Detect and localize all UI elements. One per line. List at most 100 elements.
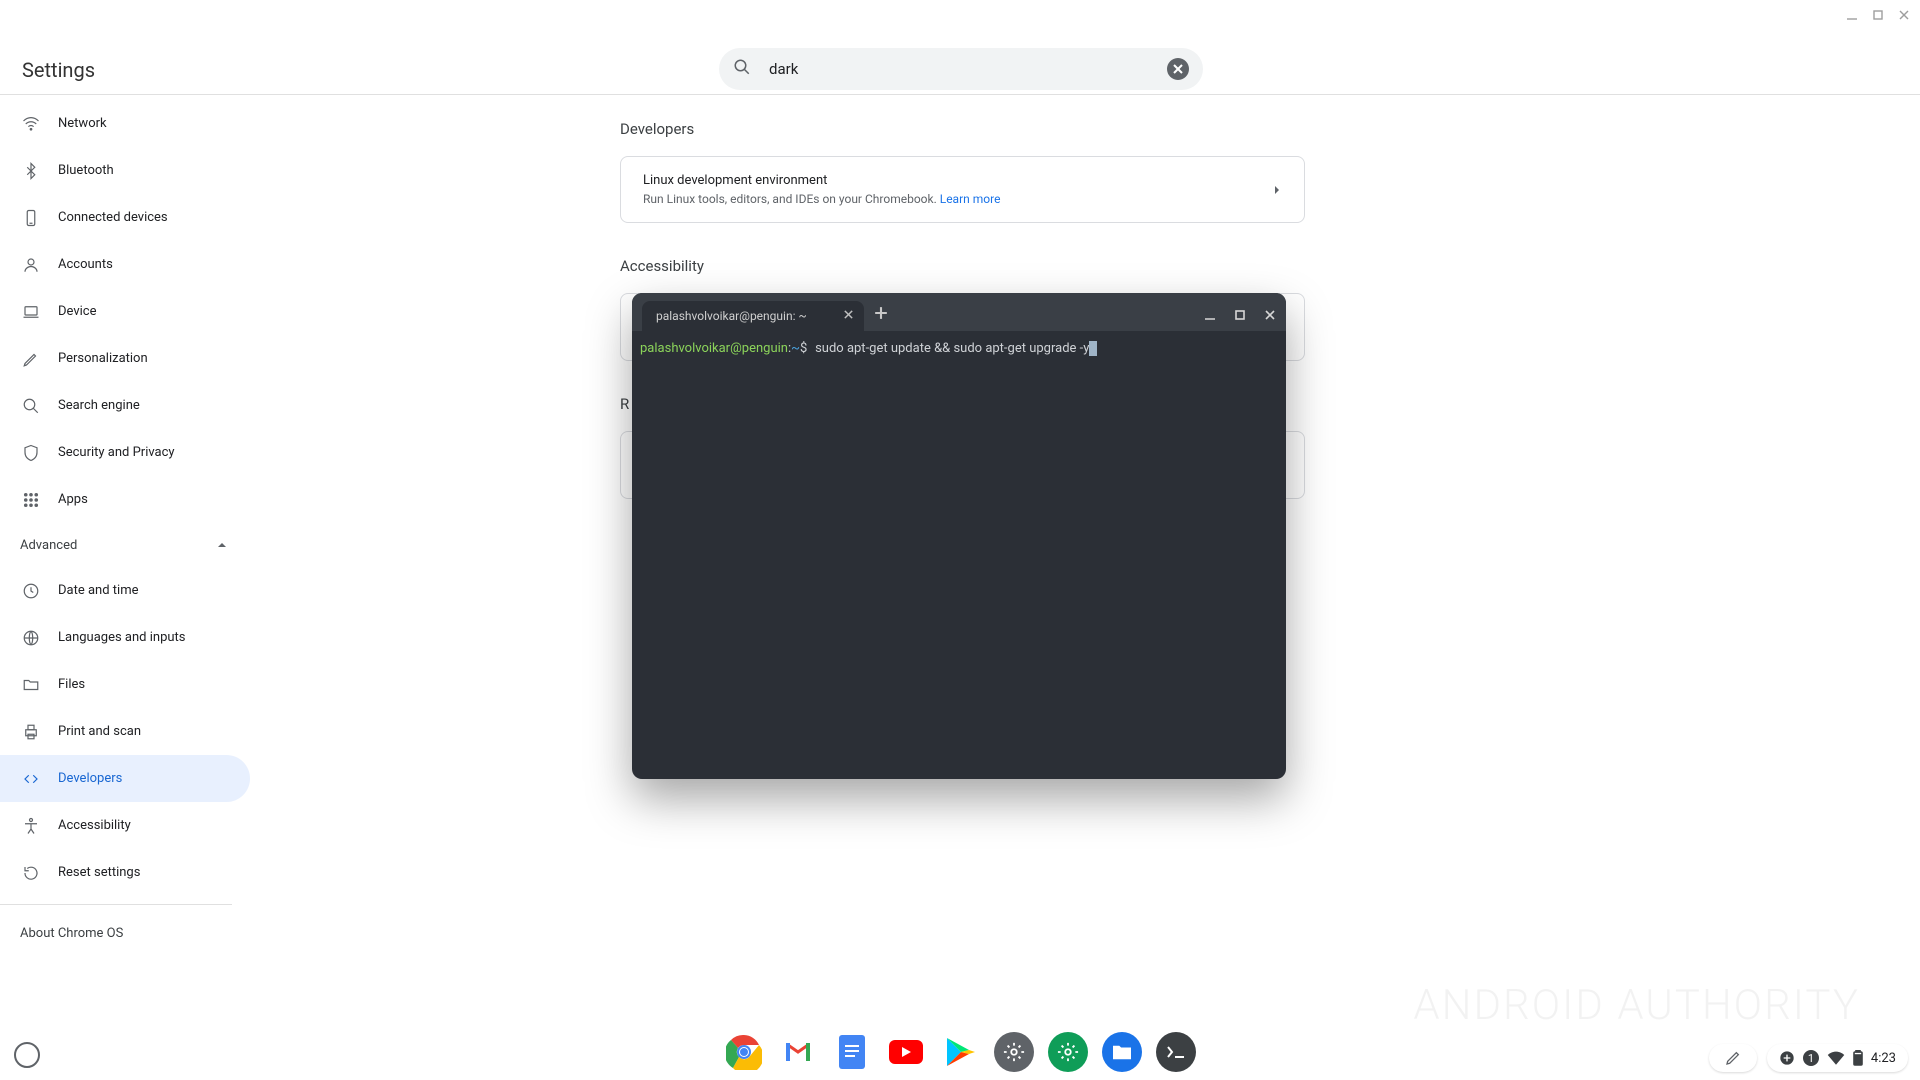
bluetooth-icon bbox=[20, 162, 42, 180]
app-chrome-icon[interactable] bbox=[724, 1032, 764, 1072]
phone-icon bbox=[20, 209, 42, 227]
search-icon bbox=[733, 58, 751, 80]
sidebar-item-print-scan[interactable]: Print and scan bbox=[0, 708, 250, 755]
linux-dev-env-card[interactable]: Linux development environment Run Linux … bbox=[620, 156, 1305, 223]
tab-close-icon[interactable] bbox=[843, 309, 854, 323]
sidebar-item-date-time[interactable]: Date and time bbox=[0, 567, 250, 614]
sidebar-item-label: Personalization bbox=[58, 351, 148, 366]
sidebar-item-label: Bluetooth bbox=[58, 163, 114, 178]
folder-icon bbox=[20, 676, 42, 694]
page-title: Settings bbox=[22, 58, 95, 82]
app-settings-green-icon[interactable] bbox=[1048, 1032, 1088, 1072]
sidebar-item-apps[interactable]: Apps bbox=[0, 476, 250, 523]
sidebar-item-bluetooth[interactable]: Bluetooth bbox=[0, 147, 250, 194]
app-docs-icon[interactable] bbox=[832, 1032, 872, 1072]
clock: 4:23 bbox=[1871, 1051, 1896, 1066]
printer-icon bbox=[20, 723, 42, 741]
sidebar-item-label: Accessibility bbox=[58, 818, 131, 833]
laptop-icon bbox=[20, 303, 42, 321]
terminal-tab-title: palashvolvoikar@penguin: ~ bbox=[656, 309, 807, 323]
sidebar-advanced-toggle[interactable]: Advanced bbox=[0, 523, 250, 567]
sidebar-separator bbox=[0, 904, 232, 905]
sidebar-item-files[interactable]: Files bbox=[0, 661, 250, 708]
sidebar-item-network[interactable]: Network bbox=[0, 100, 250, 147]
sidebar-item-label: Accounts bbox=[58, 257, 113, 272]
sidebar-item-personalization[interactable]: Personalization bbox=[0, 335, 250, 382]
window-minimize-icon[interactable] bbox=[1846, 6, 1858, 18]
new-tab-button[interactable] bbox=[874, 305, 888, 319]
terminal-cursor bbox=[1089, 341, 1097, 356]
sidebar-item-label: Reset settings bbox=[58, 865, 140, 880]
app-settings-icon[interactable] bbox=[994, 1032, 1034, 1072]
settings-sidebar: Network Bluetooth Connected devices Acco… bbox=[0, 100, 250, 953]
search-input[interactable] bbox=[769, 60, 1167, 78]
wifi-icon bbox=[20, 115, 42, 133]
app-play-store-icon[interactable] bbox=[940, 1032, 980, 1072]
pencil-icon bbox=[20, 350, 42, 368]
sidebar-item-device[interactable]: Device bbox=[0, 288, 250, 335]
sidebar-item-label: Print and scan bbox=[58, 724, 141, 739]
advanced-label: Advanced bbox=[20, 538, 77, 553]
card-subtitle: Run Linux tools, editors, and IDEs on yo… bbox=[643, 192, 1000, 206]
terminal-minimize-icon[interactable] bbox=[1204, 306, 1216, 318]
status-tray[interactable]: 1 4:23 bbox=[1709, 1044, 1908, 1072]
terminal-tab[interactable]: palashvolvoikar@penguin: ~ bbox=[642, 301, 864, 331]
sidebar-item-developers[interactable]: Developers bbox=[0, 755, 250, 802]
window-close-icon[interactable] bbox=[1898, 6, 1910, 18]
terminal-window[interactable]: palashvolvoikar@penguin: ~ palashvolvoik… bbox=[632, 293, 1286, 779]
card-title: Linux development environment bbox=[643, 173, 1000, 188]
terminal-titlebar[interactable]: palashvolvoikar@penguin: ~ bbox=[632, 293, 1286, 331]
status-pill[interactable]: 1 4:23 bbox=[1767, 1044, 1908, 1072]
sidebar-item-label: Apps bbox=[58, 492, 88, 507]
settings-search[interactable] bbox=[719, 48, 1203, 90]
watermark: ANDROID AUTHORITY bbox=[1413, 981, 1860, 1030]
app-youtube-icon[interactable] bbox=[886, 1032, 926, 1072]
sidebar-item-security[interactable]: Security and Privacy bbox=[0, 429, 250, 476]
sidebar-item-label: Search engine bbox=[58, 398, 140, 413]
accessibility-icon bbox=[20, 817, 42, 835]
terminal-close-icon[interactable] bbox=[1264, 306, 1276, 318]
window-restore-icon[interactable] bbox=[1872, 6, 1884, 18]
search-icon bbox=[20, 397, 42, 415]
sidebar-item-languages[interactable]: Languages and inputs bbox=[0, 614, 250, 661]
battery-icon bbox=[1853, 1050, 1863, 1066]
chevron-up-icon bbox=[216, 539, 228, 551]
section-accessibility-title: Accessibility bbox=[620, 257, 1305, 275]
person-icon bbox=[20, 256, 42, 274]
globe-icon bbox=[20, 629, 42, 647]
sidebar-item-label: Connected devices bbox=[58, 210, 168, 225]
sidebar-item-label: Developers bbox=[58, 771, 122, 786]
terminal-command: sudo apt-get update && sudo apt-get upgr… bbox=[815, 341, 1089, 356]
app-gmail-icon[interactable] bbox=[778, 1032, 818, 1072]
launcher-button[interactable] bbox=[14, 1042, 40, 1068]
sidebar-item-label: Languages and inputs bbox=[58, 630, 186, 645]
terminal-maximize-icon[interactable] bbox=[1234, 306, 1246, 318]
sidebar-item-about[interactable]: About Chrome OS bbox=[0, 913, 250, 953]
sidebar-item-connected-devices[interactable]: Connected devices bbox=[0, 194, 250, 241]
sidebar-item-label: Files bbox=[58, 677, 85, 692]
sidebar-item-accounts[interactable]: Accounts bbox=[0, 241, 250, 288]
app-terminal-icon[interactable] bbox=[1156, 1032, 1196, 1072]
shield-icon bbox=[20, 444, 42, 462]
chevron-right-icon bbox=[1272, 180, 1282, 199]
learn-more-link[interactable]: Learn more bbox=[940, 192, 1001, 206]
sidebar-item-reset[interactable]: Reset settings bbox=[0, 849, 250, 896]
sidebar-item-label: Device bbox=[58, 304, 97, 319]
sidebar-item-label: Date and time bbox=[58, 583, 139, 598]
sidebar-item-accessibility[interactable]: Accessibility bbox=[0, 802, 250, 849]
stylus-tray[interactable] bbox=[1709, 1044, 1757, 1072]
app-files-icon[interactable] bbox=[1102, 1032, 1142, 1072]
clear-search-button[interactable] bbox=[1167, 58, 1189, 80]
shelf-apps bbox=[724, 1032, 1196, 1072]
sidebar-item-label: Network bbox=[58, 116, 107, 131]
terminal-body[interactable]: palashvolvoikar@penguin:~$ sudo apt-get … bbox=[632, 331, 1286, 366]
settings-header: Settings bbox=[0, 0, 1920, 95]
section-developers-title: Developers bbox=[620, 120, 1305, 138]
plus-circle-icon bbox=[1779, 1050, 1795, 1066]
apps-grid-icon bbox=[20, 491, 42, 509]
code-icon bbox=[20, 770, 42, 788]
clock-icon bbox=[20, 582, 42, 600]
notification-badge: 1 bbox=[1803, 1050, 1819, 1066]
wifi-status-icon bbox=[1827, 1051, 1845, 1065]
sidebar-item-search-engine[interactable]: Search engine bbox=[0, 382, 250, 429]
